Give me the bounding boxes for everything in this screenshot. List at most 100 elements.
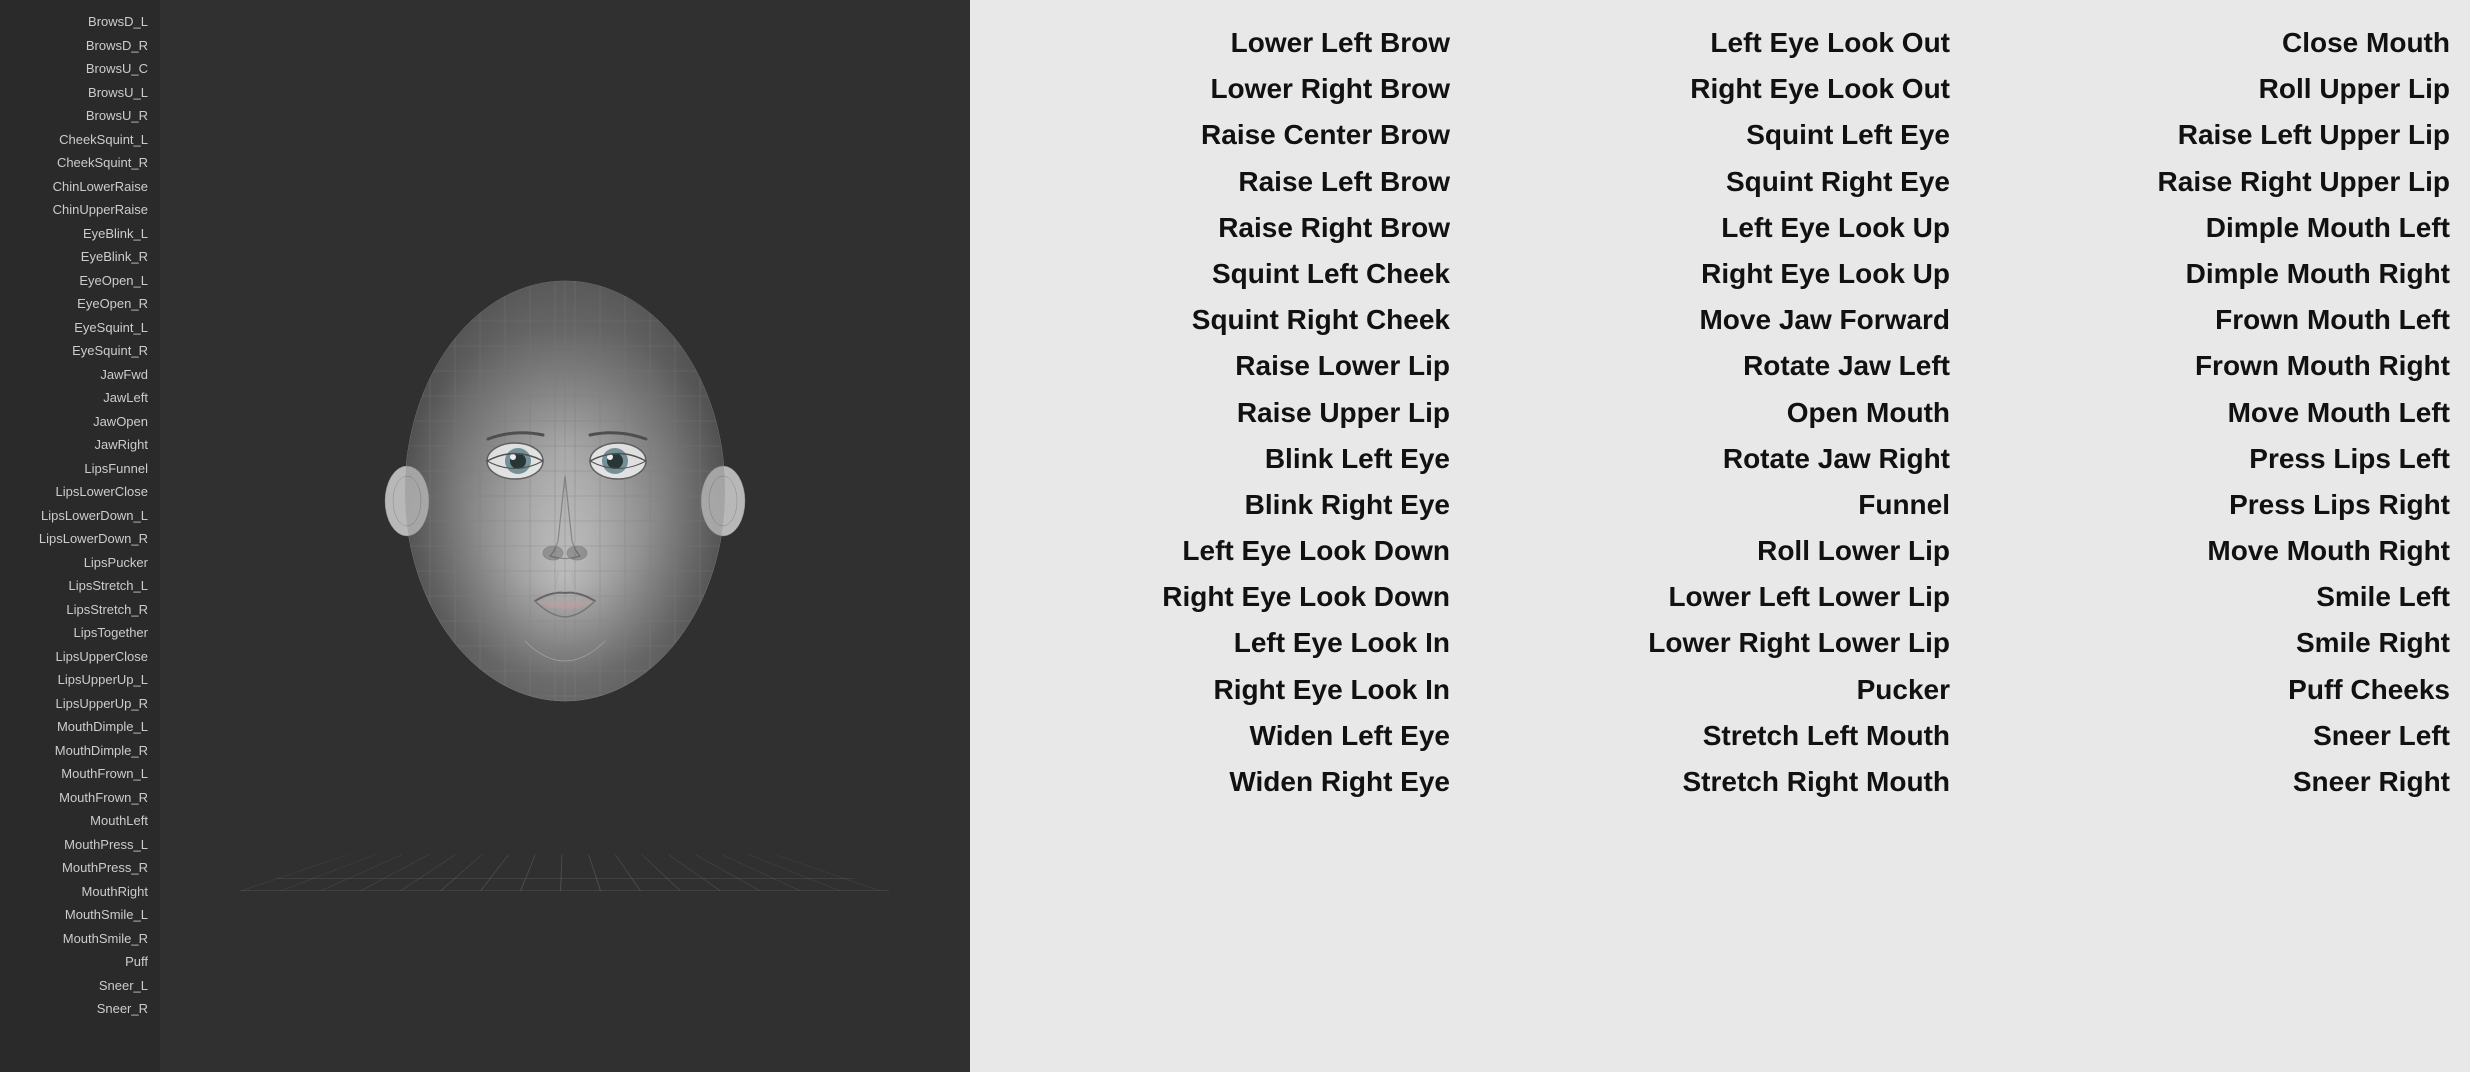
blendshape-item: MouthFrown_R — [0, 786, 160, 810]
morph-targets-panel: Lower Left BrowLower Right BrowRaise Cen… — [970, 0, 2470, 1072]
morph-target-item: Raise Left Brow — [990, 159, 1450, 205]
blendshape-item: MouthLeft — [0, 809, 160, 833]
blendshape-item: LipsStretch_R — [0, 598, 160, 622]
morph-target-item: Right Eye Look Up — [1490, 251, 1950, 297]
morph-target-item: Right Eye Look Down — [990, 574, 1450, 620]
blendshape-item: LipsLowerDown_R — [0, 527, 160, 551]
blendshape-item: JawFwd — [0, 363, 160, 387]
morph-target-item: Roll Upper Lip — [1990, 66, 2450, 112]
morph-target-item: Raise Right Upper Lip — [1990, 159, 2450, 205]
morph-target-item: Right Eye Look Out — [1490, 66, 1950, 112]
blendshape-item: MouthFrown_L — [0, 762, 160, 786]
morph-target-item: Stretch Right Mouth — [1490, 759, 1950, 805]
morph-target-item: Dimple Mouth Left — [1990, 205, 2450, 251]
morph-target-item: Dimple Mouth Right — [1990, 251, 2450, 297]
blendshape-item: LipsUpperUp_L — [0, 668, 160, 692]
blendshape-item: EyeSquint_L — [0, 316, 160, 340]
morph-target-item: Rotate Jaw Right — [1490, 436, 1950, 482]
face-mesh — [340, 261, 790, 811]
morph-target-item: Raise Right Brow — [990, 205, 1450, 251]
morph-target-item: Left Eye Look Out — [1490, 20, 1950, 66]
blendshape-item: LipsUpperUp_R — [0, 692, 160, 716]
blendshape-item: BrowsD_L — [0, 10, 160, 34]
morph-target-item: Stretch Left Mouth — [1490, 713, 1950, 759]
blendshape-item: BrowsU_L — [0, 81, 160, 105]
blendshape-item: LipsFunnel — [0, 457, 160, 481]
morph-target-item: Squint Right Cheek — [990, 297, 1450, 343]
blendshape-item: MouthSmile_R — [0, 927, 160, 951]
morph-target-item: Squint Left Eye — [1490, 112, 1950, 158]
morph-target-item: Squint Right Eye — [1490, 159, 1950, 205]
morph-target-item: Right Eye Look In — [990, 667, 1450, 713]
blendshape-item: Sneer_L — [0, 974, 160, 998]
morph-target-item: Lower Left Brow — [990, 20, 1450, 66]
blendshape-item: EyeOpen_R — [0, 292, 160, 316]
blendshape-item: CheekSquint_L — [0, 128, 160, 152]
morph-target-item: Close Mouth — [1990, 20, 2450, 66]
blendshape-item: Puff — [0, 950, 160, 974]
morph-column-2: Left Eye Look OutRight Eye Look OutSquin… — [1470, 20, 1970, 805]
morph-target-item: Raise Lower Lip — [990, 343, 1450, 389]
morph-column-3: Close MouthRoll Upper LipRaise Left Uppe… — [1970, 20, 2470, 805]
blendshape-item: LipsTogether — [0, 621, 160, 645]
blendshape-item: LipsLowerClose — [0, 480, 160, 504]
blendshape-item: MouthRight — [0, 880, 160, 904]
blendshape-item: LipsStretch_L — [0, 574, 160, 598]
morph-target-item: Puff Cheeks — [1990, 667, 2450, 713]
blendshape-item: MouthPress_R — [0, 856, 160, 880]
morph-target-item: Rotate Jaw Left — [1490, 343, 1950, 389]
morph-target-item: Raise Upper Lip — [990, 390, 1450, 436]
blendshape-item: EyeBlink_R — [0, 245, 160, 269]
blendshape-item: ChinLowerRaise — [0, 175, 160, 199]
morph-target-item: Lower Right Brow — [990, 66, 1450, 112]
morph-target-item: Move Mouth Right — [1990, 528, 2450, 574]
morph-target-item: Raise Center Brow — [990, 112, 1450, 158]
morph-target-item: Frown Mouth Right — [1990, 343, 2450, 389]
blendshape-item: Sneer_R — [0, 997, 160, 1021]
morph-target-item: Blink Right Eye — [990, 482, 1450, 528]
blendshape-item: JawLeft — [0, 386, 160, 410]
morph-target-item: Sneer Right — [1990, 759, 2450, 805]
blendshape-list: BrowsD_LBrowsD_RBrowsU_CBrowsU_LBrowsU_R… — [0, 0, 160, 1072]
morph-target-item: Left Eye Look Up — [1490, 205, 1950, 251]
blendshape-item: LipsUpperClose — [0, 645, 160, 669]
blendshape-item: MouthPress_L — [0, 833, 160, 857]
face-container — [340, 261, 790, 811]
morph-target-item: Left Eye Look In — [990, 620, 1450, 666]
morph-target-item: Funnel — [1490, 482, 1950, 528]
morph-column-1: Lower Left BrowLower Right BrowRaise Cen… — [970, 20, 1470, 805]
morph-target-item: Lower Right Lower Lip — [1490, 620, 1950, 666]
blendshape-item: JawOpen — [0, 410, 160, 434]
blendshape-item: CheekSquint_R — [0, 151, 160, 175]
face-viewport — [160, 0, 970, 1072]
morph-target-item: Press Lips Right — [1990, 482, 2450, 528]
blendshape-item: BrowsU_C — [0, 57, 160, 81]
morph-target-item: Sneer Left — [1990, 713, 2450, 759]
morph-target-item: Move Jaw Forward — [1490, 297, 1950, 343]
grid-floor — [240, 855, 890, 891]
blendshape-item: MouthSmile_L — [0, 903, 160, 927]
morph-target-item: Left Eye Look Down — [990, 528, 1450, 574]
morph-target-item: Raise Left Upper Lip — [1990, 112, 2450, 158]
morph-target-item: Roll Lower Lip — [1490, 528, 1950, 574]
morph-target-item: Press Lips Left — [1990, 436, 2450, 482]
morph-target-item: Widen Right Eye — [990, 759, 1450, 805]
blendshape-item: MouthDimple_L — [0, 715, 160, 739]
morph-columns: Lower Left BrowLower Right BrowRaise Cen… — [970, 0, 2470, 825]
morph-target-item: Open Mouth — [1490, 390, 1950, 436]
blendshape-item: JawRight — [0, 433, 160, 457]
blendshape-item: ChinUpperRaise — [0, 198, 160, 222]
morph-target-item: Smile Right — [1990, 620, 2450, 666]
morph-target-item: Smile Left — [1990, 574, 2450, 620]
blendshape-item: BrowsD_R — [0, 34, 160, 58]
morph-target-item: Blink Left Eye — [990, 436, 1450, 482]
blendshape-item: MouthDimple_R — [0, 739, 160, 763]
blendshape-item: EyeBlink_L — [0, 222, 160, 246]
blendshape-item: BrowsU_R — [0, 104, 160, 128]
morph-target-item: Squint Left Cheek — [990, 251, 1450, 297]
morph-target-item: Pucker — [1490, 667, 1950, 713]
blendshape-item: LipsLowerDown_L — [0, 504, 160, 528]
blendshape-item: EyeOpen_L — [0, 269, 160, 293]
morph-target-item: Widen Left Eye — [990, 713, 1450, 759]
morph-target-item: Move Mouth Left — [1990, 390, 2450, 436]
